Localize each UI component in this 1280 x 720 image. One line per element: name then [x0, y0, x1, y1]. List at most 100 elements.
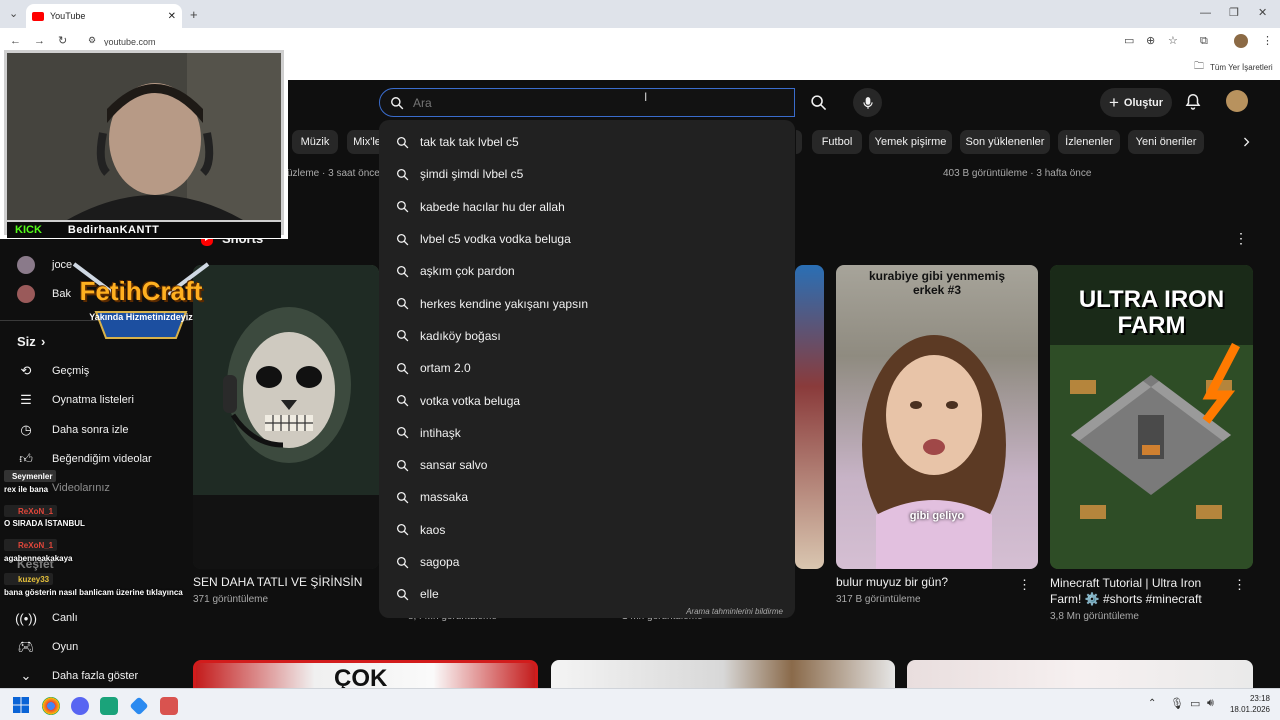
short-more-icon[interactable]: ⋮: [1233, 577, 1246, 593]
search-icon: [396, 265, 409, 278]
short-title[interactable]: Minecraft Tutorial | Ultra Iron Farm! ⚙️…: [1050, 575, 1220, 607]
new-tab-icon[interactable]: +: [190, 8, 198, 21]
voice-search-button[interactable]: [853, 88, 882, 117]
browser-tab[interactable]: YouTube ✕: [26, 4, 182, 28]
search-suggestion[interactable]: sagopa: [379, 546, 795, 578]
report-predictions-link[interactable]: Arama tahminlerini bildirme: [686, 607, 783, 616]
search-suggestion[interactable]: ortam 2.0: [379, 352, 795, 384]
search-suggestion[interactable]: kabede hacılar hu der allah: [379, 191, 795, 223]
search-suggestion[interactable]: kaos: [379, 514, 795, 546]
search-input[interactable]: [413, 95, 773, 110]
search-suggestion[interactable]: kadıköy boğası: [379, 320, 795, 352]
sidebar-item-watch-later[interactable]: ◷ Daha sonra izle: [0, 416, 190, 444]
chip-recently-uploaded[interactable]: Son yüklenenler: [960, 130, 1050, 154]
search-suggestion[interactable]: votka votka beluga: [379, 384, 795, 416]
video-thumbnail[interactable]: [551, 660, 895, 688]
search-suggestion[interactable]: tak tak tak lvbel c5: [379, 126, 795, 158]
plus-icon: +: [1108, 92, 1119, 112]
search-box[interactable]: [379, 88, 795, 117]
zoom-icon[interactable]: ⊕: [1146, 36, 1155, 47]
playlist-icon: ☰: [20, 392, 32, 407]
search-icon: [396, 201, 409, 213]
tab-list-icon[interactable]: ⌄: [9, 9, 18, 20]
volume-icon[interactable]: 🔊︎: [1207, 697, 1214, 710]
history-icon: ⟲: [20, 363, 32, 378]
search-suggestion[interactable]: lvbel c5 vodka vodka beluga: [379, 223, 795, 255]
create-button[interactable]: + Oluştur: [1100, 88, 1172, 117]
streamer-webcam: KICK BedirhanKANTT: [0, 46, 288, 239]
app-taskbar-icon[interactable]: [160, 697, 178, 715]
search-suggestion[interactable]: massaka: [379, 481, 795, 513]
site-info-icon[interactable]: ⚙: [88, 36, 96, 45]
chrome-taskbar-icon[interactable]: [42, 697, 60, 715]
windows-start-icon[interactable]: [13, 697, 29, 713]
short-title[interactable]: bulur muyuz bir gün?: [836, 575, 948, 589]
sidebar-item-gaming[interactable]: 🎮︎ Oyun: [0, 633, 190, 661]
suggestion-text: kaos: [420, 522, 446, 537]
video-thumbnail[interactable]: ÇOK: [193, 660, 538, 688]
chat-username: Seymenler: [4, 470, 57, 482]
minimize-icon[interactable]: —: [1200, 8, 1211, 19]
sidebar-item-show-more[interactable]: ⌄ Daha fazla göster: [0, 662, 190, 688]
kick-logo: KICK: [15, 224, 42, 236]
search-icon: [396, 556, 409, 568]
search-suggestion[interactable]: herkes kendine yakışanı yapsın: [379, 287, 795, 319]
short-thumbnail[interactable]: kurabiye gibi yenmemiş erkek #3 gibi gel…: [836, 265, 1038, 569]
short-thumbnail[interactable]: [193, 265, 379, 569]
account-avatar[interactable]: [1226, 90, 1248, 112]
logo-title: FetihCraft: [79, 276, 203, 306]
network-icon[interactable]: ▭: [1190, 697, 1200, 710]
shorts-more-icon[interactable]: ⋮: [1234, 230, 1248, 247]
extensions-icon[interactable]: ⧉: [1200, 36, 1208, 47]
search-button[interactable]: [796, 88, 840, 117]
chevron-right-icon: ›: [41, 333, 46, 349]
chat-message: bana gösterin nasıl banlicam üzerine tık…: [4, 588, 183, 597]
clock[interactable]: 23:18 18.01.2026: [1222, 693, 1270, 715]
microphone-tray-icon[interactable]: 🎙︎: [1170, 697, 1184, 710]
chip-new-recommendations[interactable]: Yeni öneriler: [1128, 130, 1204, 154]
all-bookmarks-link[interactable]: Tüm Yer İşaretleri: [1210, 63, 1273, 72]
chip-cooking[interactable]: Yemek pişirme: [869, 130, 952, 154]
short-thumbnail[interactable]: [795, 265, 824, 569]
browser-tab-strip: ⌄ YouTube ✕ + — ❐ ✕: [0, 0, 1280, 28]
sidebar-item-history[interactable]: ⟲ Geçmiş: [0, 357, 190, 385]
app-taskbar-icon[interactable]: [129, 696, 149, 716]
profile-avatar[interactable]: [1234, 34, 1248, 48]
short-title[interactable]: SEN DAHA TATLI VE ŞİRİNSİN: [193, 575, 362, 589]
video-thumbnail[interactable]: [907, 660, 1253, 688]
suggestion-text: kabede hacılar hu der allah: [420, 199, 565, 214]
maximize-icon[interactable]: ❐: [1229, 8, 1239, 19]
search-suggestion[interactable]: intihaşk: [379, 417, 795, 449]
sidebar-item-playlists[interactable]: ☰ Oynatma listeleri: [0, 386, 190, 414]
live-icon: ((•)): [15, 610, 37, 626]
chat-message: agabenneakakaya: [4, 554, 73, 563]
discord-taskbar-icon[interactable]: [71, 697, 89, 715]
chip-football[interactable]: Futbol: [812, 130, 862, 154]
cast-icon[interactable]: ▭: [1124, 36, 1134, 47]
search-suggestion[interactable]: aşkım çok pardon: [379, 255, 795, 287]
search-suggestion[interactable]: elle: [379, 578, 795, 610]
short-more-icon[interactable]: ⋮: [1018, 577, 1031, 593]
search-icon: [396, 168, 409, 181]
browser-menu-icon[interactable]: ⋮: [1262, 36, 1273, 47]
search-icon: [396, 588, 409, 601]
bookmark-star-icon[interactable]: ☆: [1168, 36, 1178, 47]
chip-music[interactable]: Müzik: [292, 130, 338, 154]
tab-close-icon[interactable]: ✕: [168, 11, 176, 22]
suggestion-text: elle: [420, 587, 439, 602]
streamer-image: [7, 53, 281, 220]
sidebar-item-live[interactable]: ((•)) Canlı: [0, 604, 190, 632]
notifications-bell-icon[interactable]: [1184, 92, 1202, 111]
tray-chevron-icon[interactable]: ⌃: [1148, 698, 1156, 709]
sidebar-item-label: Beğendiğim videolar: [52, 453, 152, 465]
short-thumbnail[interactable]: ULTRA IRON FARM: [1050, 265, 1253, 569]
chip-hidden[interactable]: [796, 130, 802, 154]
window-close-icon[interactable]: ✕: [1258, 8, 1267, 19]
search-suggestion[interactable]: şimdi şimdi lvbel c5: [379, 158, 795, 190]
chat-username: ReXoN_1: [4, 505, 58, 517]
chip-watched[interactable]: İzlenenler: [1058, 130, 1120, 154]
search-suggestion[interactable]: sansar salvo: [379, 449, 795, 481]
chip-next-chevron-icon[interactable]: [1240, 135, 1252, 149]
app-taskbar-icon[interactable]: [100, 697, 118, 715]
sidebar-item-label: Geçmiş: [52, 365, 90, 377]
